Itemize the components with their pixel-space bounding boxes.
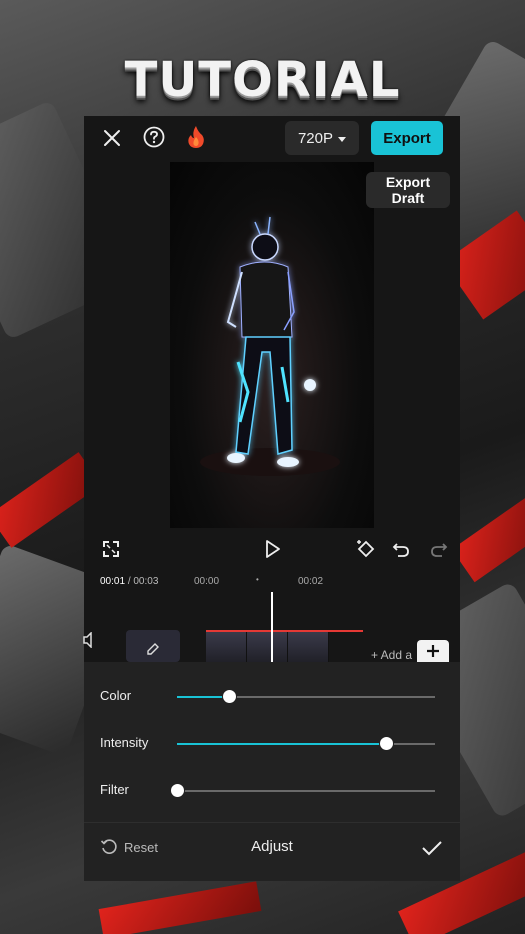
intensity-label: Intensity — [100, 735, 149, 750]
undo-icon[interactable] — [390, 538, 412, 560]
current-time: 00:01 — [100, 576, 126, 587]
panel-title: Adjust — [251, 838, 293, 855]
caret-down-icon — [338, 130, 347, 147]
filter-slider[interactable] — [170, 783, 435, 798]
adjust-bottom-bar: Reset Adjust — [84, 822, 460, 882]
color-slider-knob[interactable] — [221, 689, 237, 704]
preview-figure — [200, 216, 340, 476]
filter-label: Filter — [100, 782, 129, 797]
color-label: Color — [100, 688, 132, 703]
filter-slider-row: Filter — [84, 776, 460, 806]
ruler-mark-end: 00:02 — [298, 576, 324, 587]
ruler-mark-start: 00:00 — [194, 576, 220, 587]
total-time: / 00:03 — [127, 576, 159, 587]
intensity-slider-knob[interactable] — [378, 736, 394, 751]
color-slider[interactable] — [177, 689, 435, 704]
video-clip[interactable] — [206, 630, 363, 664]
redo-icon[interactable] — [428, 538, 450, 560]
color-slider-row: Color — [84, 682, 460, 712]
filter-slider-knob[interactable] — [170, 783, 185, 798]
export-draft-line1: Export — [385, 174, 431, 190]
help-icon[interactable] — [142, 125, 166, 149]
keyframe-icon[interactable] — [354, 537, 378, 561]
plus-icon — [427, 645, 439, 657]
tutorial-title: TUTORIAL — [124, 52, 401, 108]
export-draft-badge[interactable]: Export Draft — [366, 172, 450, 208]
audio-icon[interactable] — [80, 630, 98, 650]
clip-frame — [247, 632, 288, 664]
export-draft-line2: Draft — [391, 190, 425, 206]
resolution-dropdown[interactable]: 720P — [285, 121, 359, 155]
export-button[interactable]: Export — [371, 121, 443, 155]
time-readout: 00:01 / 00:03 — [100, 576, 158, 587]
resolution-label: 720P — [297, 129, 334, 147]
play-icon[interactable] — [262, 538, 284, 560]
ruler-mark-dot: • — [256, 575, 259, 584]
playback-controls — [84, 528, 460, 572]
video-preview[interactable] — [170, 162, 374, 528]
add-clip-button[interactable] — [417, 640, 449, 662]
top-bar: 720P Export — [84, 116, 460, 162]
fullscreen-icon[interactable] — [100, 538, 122, 560]
video-editor-app: 720P Export Export Draft 00:01 / 00:03 0… — [83, 116, 460, 881]
confirm-check-icon[interactable] — [420, 836, 444, 860]
close-icon[interactable] — [100, 126, 124, 150]
intensity-slider[interactable] — [177, 736, 435, 751]
cover-clip[interactable] — [126, 630, 180, 662]
flame-icon[interactable] — [184, 124, 208, 150]
clip-frame — [206, 632, 247, 664]
intensity-slider-row: Intensity — [84, 729, 460, 759]
timeline[interactable]: 00:01 / 00:03 00:00 • 00:02 + Add a — [83, 572, 460, 664]
clip-frame — [288, 632, 329, 664]
playhead[interactable] — [271, 592, 273, 662]
adjust-panel: Color Intensity Filter Reset Adjust — [84, 662, 460, 881]
edit-cover-icon — [146, 642, 160, 661]
add-clip-label[interactable]: + Add a — [371, 648, 412, 662]
